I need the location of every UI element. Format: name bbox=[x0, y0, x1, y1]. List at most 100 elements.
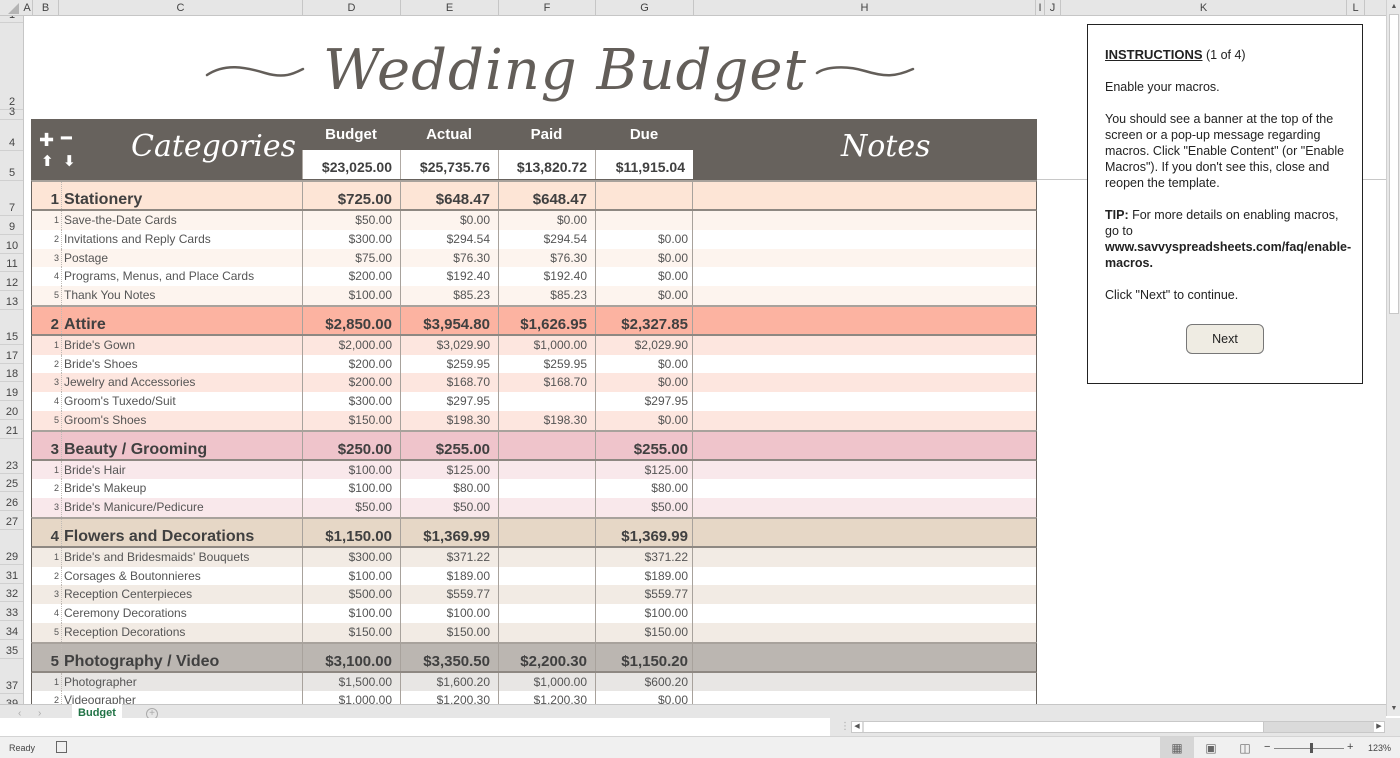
item-notes[interactable] bbox=[693, 249, 1036, 268]
item-notes[interactable] bbox=[693, 355, 1036, 374]
item-notes[interactable] bbox=[693, 411, 1036, 430]
item-paid[interactable]: $192.40 bbox=[499, 267, 596, 286]
zoom-slider[interactable]: − + bbox=[1264, 741, 1354, 754]
zoom-level[interactable]: 123% bbox=[1368, 743, 1391, 753]
row-header[interactable]: 18 bbox=[0, 364, 23, 383]
category-due[interactable]: $1,150.20 bbox=[596, 643, 693, 671]
item-budget[interactable]: $1,500.00 bbox=[303, 672, 401, 692]
item-due[interactable]: $371.22 bbox=[596, 547, 693, 567]
vertical-scroll-thumb[interactable] bbox=[1389, 14, 1399, 314]
item-name[interactable]: Bride's Gown bbox=[62, 335, 303, 355]
item-notes[interactable] bbox=[693, 479, 1036, 498]
column-header-b[interactable]: B bbox=[33, 0, 59, 16]
item-due[interactable]: $2,029.90 bbox=[596, 335, 693, 355]
item-budget[interactable]: $1,000.00 bbox=[303, 691, 401, 704]
category-budget[interactable]: $725.00 bbox=[303, 182, 401, 209]
item-name[interactable]: Postage bbox=[62, 248, 303, 268]
category-paid[interactable]: $648.47 bbox=[499, 182, 596, 209]
category-name[interactable]: Beauty / Grooming bbox=[62, 431, 303, 459]
item-row[interactable]: 3 Reception Centerpieces $500.00 $559.77 $55… bbox=[31, 585, 1037, 604]
item-due[interactable]: $559.77 bbox=[596, 585, 693, 604]
item-actual[interactable]: $559.77 bbox=[401, 585, 499, 604]
category-budget[interactable]: $3,100.00 bbox=[303, 643, 401, 671]
item-actual[interactable]: $198.30 bbox=[401, 410, 499, 430]
category-notes[interactable] bbox=[693, 519, 1036, 546]
category-paid[interactable]: $2,200.30 bbox=[499, 643, 596, 671]
item-row[interactable]: 3 Jewelry and Accessories $200.00 $168.70 $1… bbox=[31, 373, 1037, 392]
item-budget[interactable]: $100.00 bbox=[303, 566, 401, 586]
category-budget[interactable]: $2,850.00 bbox=[303, 306, 401, 334]
normal-view-icon[interactable]: ▦ bbox=[1160, 737, 1194, 758]
category-row[interactable]: 3 Beauty / Grooming $250.00 $255.00 $255.00 bbox=[31, 429, 1037, 461]
item-due[interactable]: $600.20 bbox=[596, 672, 693, 692]
zoom-out-icon[interactable]: − bbox=[1264, 741, 1270, 753]
item-budget[interactable]: $75.00 bbox=[303, 248, 401, 268]
item-paid[interactable]: $1,200.30 bbox=[499, 691, 596, 704]
item-actual[interactable]: $50.00 bbox=[401, 498, 499, 517]
item-actual[interactable]: $80.00 bbox=[401, 479, 499, 498]
category-row[interactable]: 5 Photography / Video $3,100.00 $3,350.50 $2… bbox=[31, 641, 1037, 673]
category-name[interactable]: Photography / Video bbox=[62, 643, 303, 671]
column-header-f[interactable]: F bbox=[499, 0, 596, 16]
item-paid[interactable] bbox=[499, 479, 596, 498]
item-name[interactable]: Groom's Tuxedo/Suit bbox=[62, 392, 303, 411]
item-paid[interactable]: $259.95 bbox=[499, 354, 596, 374]
item-row[interactable]: 2 Bride's Makeup $100.00 $80.00 $80.00 bbox=[31, 479, 1037, 498]
item-notes[interactable] bbox=[693, 691, 1036, 704]
category-paid[interactable]: $1,626.95 bbox=[499, 306, 596, 334]
item-budget[interactable]: $500.00 bbox=[303, 585, 401, 604]
item-row[interactable]: 1 Bride's and Bridesmaids' Bouquets $300.0… bbox=[31, 547, 1037, 567]
next-button[interactable]: Next bbox=[1186, 324, 1264, 354]
item-row[interactable]: 2 Invitations and Reply Cards $300.00 $294.… bbox=[31, 229, 1037, 249]
zoom-in-icon[interactable]: + bbox=[1347, 741, 1353, 753]
row-header[interactable]: 12 bbox=[0, 272, 23, 291]
item-name[interactable]: Thank You Notes bbox=[62, 286, 303, 305]
column-header-l[interactable]: L bbox=[1347, 0, 1365, 16]
category-notes[interactable] bbox=[693, 432, 1036, 459]
item-budget[interactable]: $300.00 bbox=[303, 229, 401, 249]
item-row[interactable]: 3 Postage $75.00 $76.30 $76.30 $0.00 bbox=[31, 248, 1037, 268]
row-header[interactable]: 23 bbox=[0, 439, 23, 474]
item-due[interactable]: $0.00 bbox=[596, 229, 693, 249]
item-paid[interactable]: $76.30 bbox=[499, 248, 596, 268]
budget-total[interactable]: $23,025.00 bbox=[302, 150, 400, 179]
row-header[interactable]: 7 bbox=[0, 181, 23, 216]
category-notes[interactable] bbox=[693, 182, 1036, 209]
row-header[interactable]: 11 bbox=[0, 254, 23, 273]
item-row[interactable]: 5 Reception Decorations $150.00 $150.00 $150… bbox=[31, 622, 1037, 642]
item-name[interactable]: Programs, Menus, and Place Cards bbox=[62, 267, 303, 286]
row-header[interactable]: 29 bbox=[0, 530, 23, 565]
row-header[interactable]: 5 bbox=[0, 151, 23, 181]
row-header[interactable]: 10 bbox=[0, 235, 23, 254]
arrow-down-icon[interactable]: ⬇ bbox=[63, 153, 76, 171]
due-total[interactable]: $11,915.04 bbox=[595, 150, 693, 179]
row-header[interactable]: 20 bbox=[0, 401, 23, 420]
item-budget[interactable]: $300.00 bbox=[303, 392, 401, 411]
item-paid[interactable]: $1,000.00 bbox=[499, 335, 596, 355]
column-header-k[interactable]: K bbox=[1061, 0, 1347, 16]
zoom-slider-knob[interactable] bbox=[1310, 743, 1313, 753]
column-header-c[interactable]: C bbox=[59, 0, 303, 16]
item-notes[interactable] bbox=[693, 336, 1036, 355]
scroll-left-icon[interactable]: ◀ bbox=[852, 722, 862, 732]
item-actual[interactable]: $150.00 bbox=[401, 622, 499, 642]
item-paid[interactable] bbox=[499, 392, 596, 411]
item-row[interactable]: 4 Ceremony Decorations $100.00 $100.00 $100.… bbox=[31, 604, 1037, 623]
item-budget[interactable]: $150.00 bbox=[303, 410, 401, 430]
item-row[interactable]: 4 Programs, Menus, and Place Cards $200.00… bbox=[31, 267, 1037, 286]
item-name[interactable]: Reception Centerpieces bbox=[62, 585, 303, 604]
actual-total[interactable]: $25,735.76 bbox=[400, 150, 498, 179]
item-name[interactable]: Reception Decorations bbox=[62, 622, 303, 642]
column-header-a[interactable]: A bbox=[22, 0, 33, 16]
row-header[interactable]: 3 bbox=[0, 106, 23, 120]
item-actual[interactable]: $76.30 bbox=[401, 248, 499, 268]
row-header[interactable]: 9 bbox=[0, 216, 23, 235]
category-name[interactable]: Attire bbox=[62, 306, 303, 334]
item-due[interactable]: $100.00 bbox=[596, 604, 693, 623]
vertical-scrollbar[interactable]: ▲ ▼ bbox=[1386, 0, 1400, 716]
category-due[interactable]: $255.00 bbox=[596, 431, 693, 459]
row-header[interactable]: 25 bbox=[0, 474, 23, 493]
item-row[interactable]: 5 Groom's Shoes $150.00 $198.30 $198.30 $0.00 bbox=[31, 410, 1037, 430]
column-header-h[interactable]: H bbox=[694, 0, 1036, 16]
item-actual[interactable]: $371.22 bbox=[401, 547, 499, 567]
